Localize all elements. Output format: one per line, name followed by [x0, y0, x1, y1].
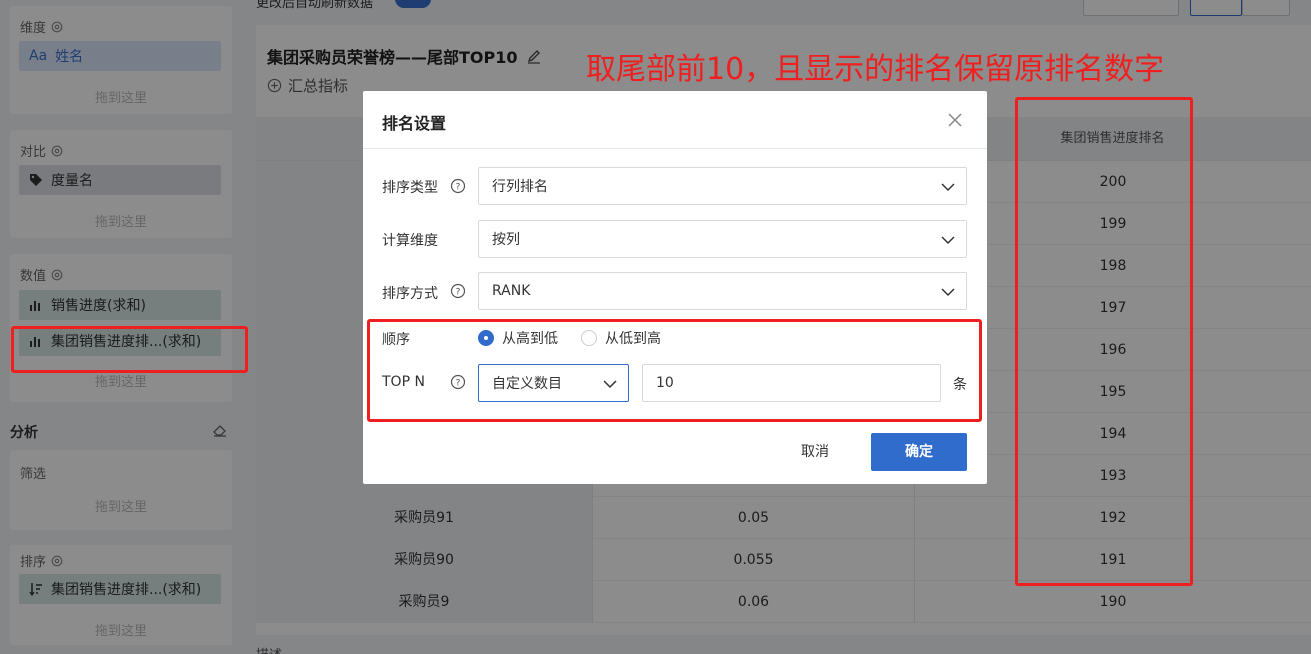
annotation-box-values-field — [11, 326, 248, 373]
svg-text:?: ? — [456, 288, 461, 298]
calc-dimension-select[interactable]: 按列 — [478, 220, 967, 258]
dialog-header: 排名设置 — [363, 91, 987, 149]
help-icon[interactable]: ? — [450, 283, 466, 299]
annotation-text: 取尾部前10，且显示的排名保留原排名数字 — [586, 52, 1165, 87]
sort-method-value: RANK — [492, 283, 531, 299]
calc-dimension-value: 按列 — [492, 232, 520, 248]
chevron-down-icon — [941, 183, 955, 192]
sort-method-select[interactable]: RANK — [478, 272, 967, 310]
sort-method-label: 排序方式 — [382, 286, 438, 302]
sort-type-value: 行列排名 — [492, 179, 548, 195]
close-icon[interactable] — [945, 110, 965, 130]
sort-type-label: 排序类型 — [382, 180, 438, 196]
help-icon[interactable]: ? — [450, 178, 466, 194]
calc-dimension-label: 计算维度 — [382, 233, 438, 249]
rank-settings-dialog: 排名设置 排序类型 ? 行列排名 计算维度 按列 排序方式 ? RANK 顺序 … — [363, 91, 987, 484]
cancel-button[interactable]: 取消 — [788, 433, 842, 471]
dialog-title: 排名设置 — [382, 114, 447, 133]
chevron-down-icon — [941, 288, 955, 297]
annotation-box-order-topn — [367, 319, 982, 422]
confirm-button[interactable]: 确定 — [871, 433, 967, 471]
annotation-box-rank-column — [1015, 97, 1193, 586]
chevron-down-icon — [941, 236, 955, 245]
svg-text:?: ? — [456, 183, 461, 193]
sort-type-select[interactable]: 行列排名 — [478, 167, 967, 205]
